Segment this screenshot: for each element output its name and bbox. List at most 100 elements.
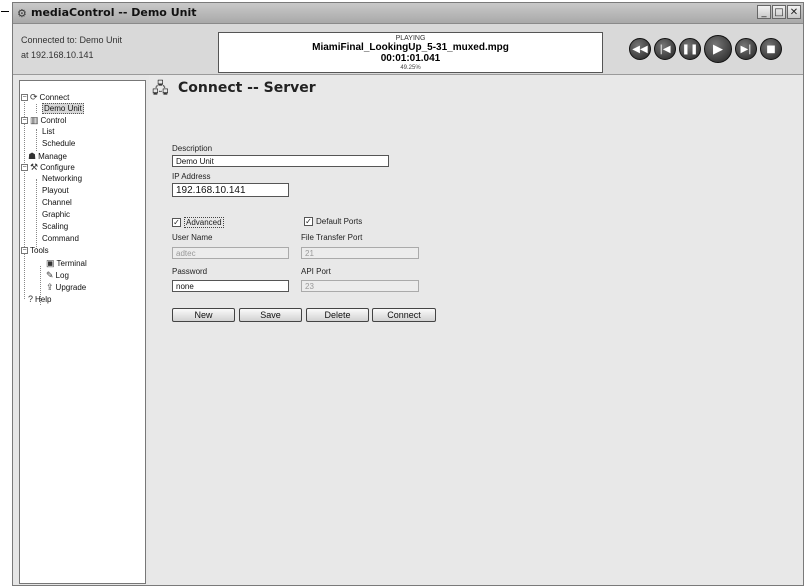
tree-graphic[interactable]: Graphic xyxy=(42,210,70,219)
log-icon: ✎ xyxy=(46,270,54,280)
tree-label: Scaling xyxy=(42,222,69,231)
connect-button[interactable]: Connect xyxy=(372,308,436,322)
tree-connect[interactable]: − ⟳ Connect xyxy=(21,92,69,103)
help-icon: ? xyxy=(28,294,34,304)
next-button[interactable]: ▶| xyxy=(735,38,757,60)
tree-networking[interactable]: Networking xyxy=(42,174,82,183)
previous-button[interactable]: |◀ xyxy=(654,38,676,60)
tree-label: Channel xyxy=(42,198,72,207)
tree-label: Schedule xyxy=(42,139,76,148)
tree-line xyxy=(24,99,25,299)
window-title: mediaControl -- Demo Unit xyxy=(31,6,197,19)
transport-controls: ◀◀ |◀ ❚❚ ▶ ▶| ■ xyxy=(629,35,782,63)
tree-label: Connect xyxy=(39,93,70,102)
tree-help[interactable]: ? Help xyxy=(28,294,51,304)
tree-label: Help xyxy=(35,295,52,304)
server-icon: 🖧 xyxy=(152,80,169,97)
main-panel: 🖧 Connect -- Server Description Demo Uni… xyxy=(149,75,803,585)
page-title: Connect -- Server xyxy=(178,80,316,96)
tree-list[interactable]: List xyxy=(42,127,54,136)
tree-log[interactable]: ✎ Log xyxy=(46,270,69,281)
api-port-label: API Port xyxy=(301,267,331,276)
connection-line-2: at 192.168.10.141 xyxy=(21,50,94,60)
tree-label: Upgrade xyxy=(55,283,87,292)
tree-tools[interactable]: − Tools xyxy=(21,246,49,255)
pause-button[interactable]: ❚❚ xyxy=(679,38,701,60)
tree-playout[interactable]: Playout xyxy=(42,186,69,195)
collapse-icon[interactable]: − xyxy=(21,164,28,172)
default-ports-checkbox[interactable]: ✓ Default Ports xyxy=(304,217,362,226)
tree-scaling[interactable]: Scaling xyxy=(42,222,68,231)
tree-line xyxy=(36,104,37,113)
tree-schedule[interactable]: Schedule xyxy=(42,139,75,148)
tree-terminal[interactable]: ▣ Terminal xyxy=(46,258,87,269)
navigation-tree: − ⟳ Connect Demo Unit − ▥ Control List Sched… xyxy=(19,80,146,584)
tree-label: Log xyxy=(55,271,69,280)
tree-channel[interactable]: Channel xyxy=(42,198,72,207)
tree-label: Networking xyxy=(42,174,83,183)
checkbox-box[interactable]: ✓ xyxy=(304,217,313,226)
password-label: Password xyxy=(172,267,208,276)
tree-upgrade[interactable]: ⇪ Upgrade xyxy=(46,282,86,293)
play-button[interactable]: ▶ xyxy=(704,35,732,63)
new-button[interactable]: New xyxy=(172,308,235,322)
now-playing-display: PLAYING MiamiFinal_LookingUp_5-31_muxed.… xyxy=(218,32,603,73)
control-icon: ▥ xyxy=(30,115,39,125)
collapse-icon[interactable]: − xyxy=(21,247,28,255)
playing-filename: MiamiFinal_LookingUp_5-31_muxed.mpg xyxy=(312,42,509,53)
advanced-label: Advanced xyxy=(184,217,224,228)
configure-icon: ⚒ xyxy=(30,162,39,172)
tree-label: Graphic xyxy=(42,210,71,219)
status-bar: Connected to: Demo Unit at 192.168.10.14… xyxy=(13,24,803,75)
tree-label: Tools xyxy=(30,246,49,255)
password-field[interactable]: none xyxy=(172,280,289,292)
tree-line xyxy=(36,129,37,151)
tree-label: Configure xyxy=(40,163,75,172)
connection-info: Connected to: Demo Unit at 192.168.10.14… xyxy=(21,33,122,63)
minimize-icon[interactable]: _ xyxy=(757,5,771,19)
default-ports-label: Default Ports xyxy=(316,217,363,226)
checkbox-box[interactable]: ✓ xyxy=(172,218,181,227)
rewind-button[interactable]: ◀◀ xyxy=(629,38,651,60)
app-window: ⚙ mediaControl -- Demo Unit _ □ ✕ Connec… xyxy=(12,2,804,586)
tree-label: Terminal xyxy=(56,259,87,268)
stop-button[interactable]: ■ xyxy=(760,38,782,60)
close-icon[interactable]: ✕ xyxy=(787,5,801,19)
manage-icon: ☗ xyxy=(28,151,37,161)
playback-time: 00:01:01.041 xyxy=(380,53,441,64)
playback-status: PLAYING xyxy=(395,35,426,42)
username-label: User Name xyxy=(172,233,213,242)
tree-manage[interactable]: ☗ Manage xyxy=(28,151,67,162)
delete-button[interactable]: Delete xyxy=(306,308,369,322)
app-icon: ⚙ xyxy=(17,8,27,20)
tree-label: Manage xyxy=(38,152,67,161)
tree-configure[interactable]: − ⚒ Configure xyxy=(21,162,75,173)
tree-demo-unit[interactable]: Demo Unit xyxy=(42,103,84,114)
username-field[interactable]: adtec xyxy=(172,247,289,259)
file-transfer-port-field[interactable]: 21 xyxy=(301,247,419,259)
collapse-icon[interactable]: − xyxy=(21,94,28,102)
ip-address-field[interactable]: 192.168.10.141 xyxy=(172,183,289,197)
upgrade-icon: ⇪ xyxy=(46,282,54,292)
tree-label: List xyxy=(42,127,55,136)
collapse-icon[interactable]: − xyxy=(21,117,28,125)
file-transfer-port-label: File Transfer Port xyxy=(301,233,363,242)
advanced-checkbox[interactable]: ✓ Advanced xyxy=(172,217,224,228)
margin-dash xyxy=(1,11,9,12)
maximize-icon[interactable]: □ xyxy=(772,5,786,19)
connection-line-1: Connected to: Demo Unit xyxy=(21,35,123,45)
save-button[interactable]: Save xyxy=(239,308,302,322)
terminal-icon: ▣ xyxy=(46,258,55,268)
window-controls: _ □ ✕ xyxy=(757,5,801,19)
description-field[interactable]: Demo Unit xyxy=(172,155,389,167)
api-port-field[interactable]: 23 xyxy=(301,280,419,292)
playback-percent: 49.25% xyxy=(400,65,421,71)
ip-address-label: IP Address xyxy=(172,172,211,181)
description-label: Description xyxy=(172,144,213,153)
tree-label: Demo Unit xyxy=(42,103,84,114)
title-bar[interactable]: ⚙ mediaControl -- Demo Unit _ □ ✕ xyxy=(13,3,803,24)
connect-icon: ⟳ xyxy=(30,92,38,102)
tree-control[interactable]: − ▥ Control xyxy=(21,115,66,126)
tree-command[interactable]: Command xyxy=(42,234,79,243)
tree-label: Playout xyxy=(42,186,69,195)
